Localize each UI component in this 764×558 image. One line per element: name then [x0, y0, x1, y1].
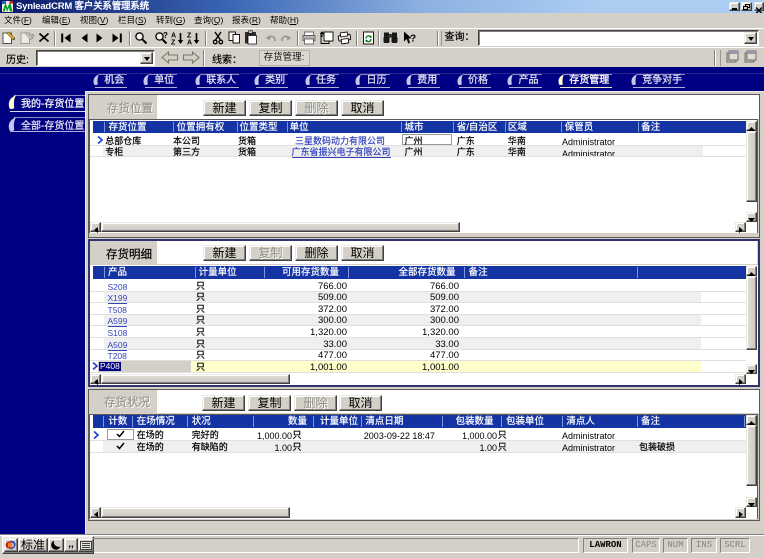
svg-text:A: A [171, 33, 176, 40]
svg-text:?: ? [163, 31, 168, 40]
svg-text:?: ? [410, 34, 416, 45]
svg-text:?: ? [30, 32, 35, 41]
svg-text:A: A [187, 40, 192, 46]
svg-text:Z: Z [187, 33, 192, 40]
svg-text:Z: Z [171, 40, 176, 46]
